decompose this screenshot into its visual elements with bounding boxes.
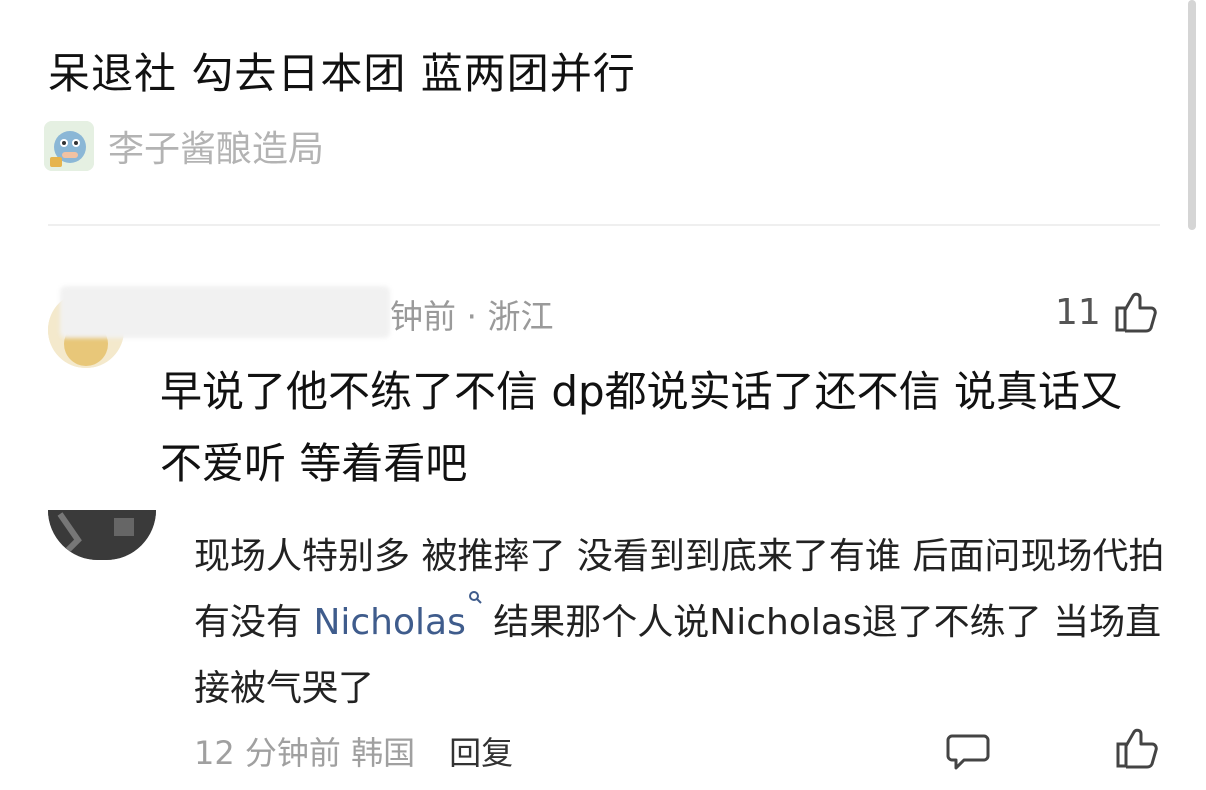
author-avatar[interactable]: [44, 121, 94, 171]
author-name[interactable]: 李子酱酿造局: [108, 120, 324, 172]
reply-time-location: 12 分钟前 韩国: [194, 734, 416, 772]
scrollbar[interactable]: [1188, 0, 1196, 230]
comment-meta: 钟前 · 浙江: [390, 297, 554, 336]
search-icon: [468, 591, 482, 604]
author-avatar-art: [44, 121, 94, 171]
divider: [48, 224, 1160, 226]
mention-text: Nicholas: [313, 602, 466, 643]
thumb-up-icon[interactable]: [1112, 724, 1160, 772]
reply-text: 现场人特别多 被推摔了 没看到到底来了有谁 后面问现场代拍有没有 Nichola…: [194, 524, 1174, 722]
username-blur: [60, 286, 390, 338]
reply-avatar-art: [48, 510, 156, 560]
post-title: 呆退社 勾去日本团 蓝两团并行: [48, 49, 636, 98]
message-icon[interactable]: [946, 728, 990, 772]
reply-avatar[interactable]: [48, 510, 156, 560]
like-count: 11: [1055, 291, 1101, 333]
reply-meta: 12 分钟前 韩国 回复: [194, 728, 513, 774]
like-area[interactable]: 11: [1055, 288, 1159, 336]
comment-text: 早说了他不练了不信 dp都说实话了还不信 说真话又不爱听 等着看吧: [160, 367, 1123, 488]
reply-button[interactable]: 回复: [449, 728, 513, 774]
thumb-up-icon[interactable]: [1111, 288, 1159, 336]
author-row[interactable]: 李子酱酿造局: [44, 120, 324, 172]
mention-link[interactable]: Nicholas: [313, 591, 482, 643]
